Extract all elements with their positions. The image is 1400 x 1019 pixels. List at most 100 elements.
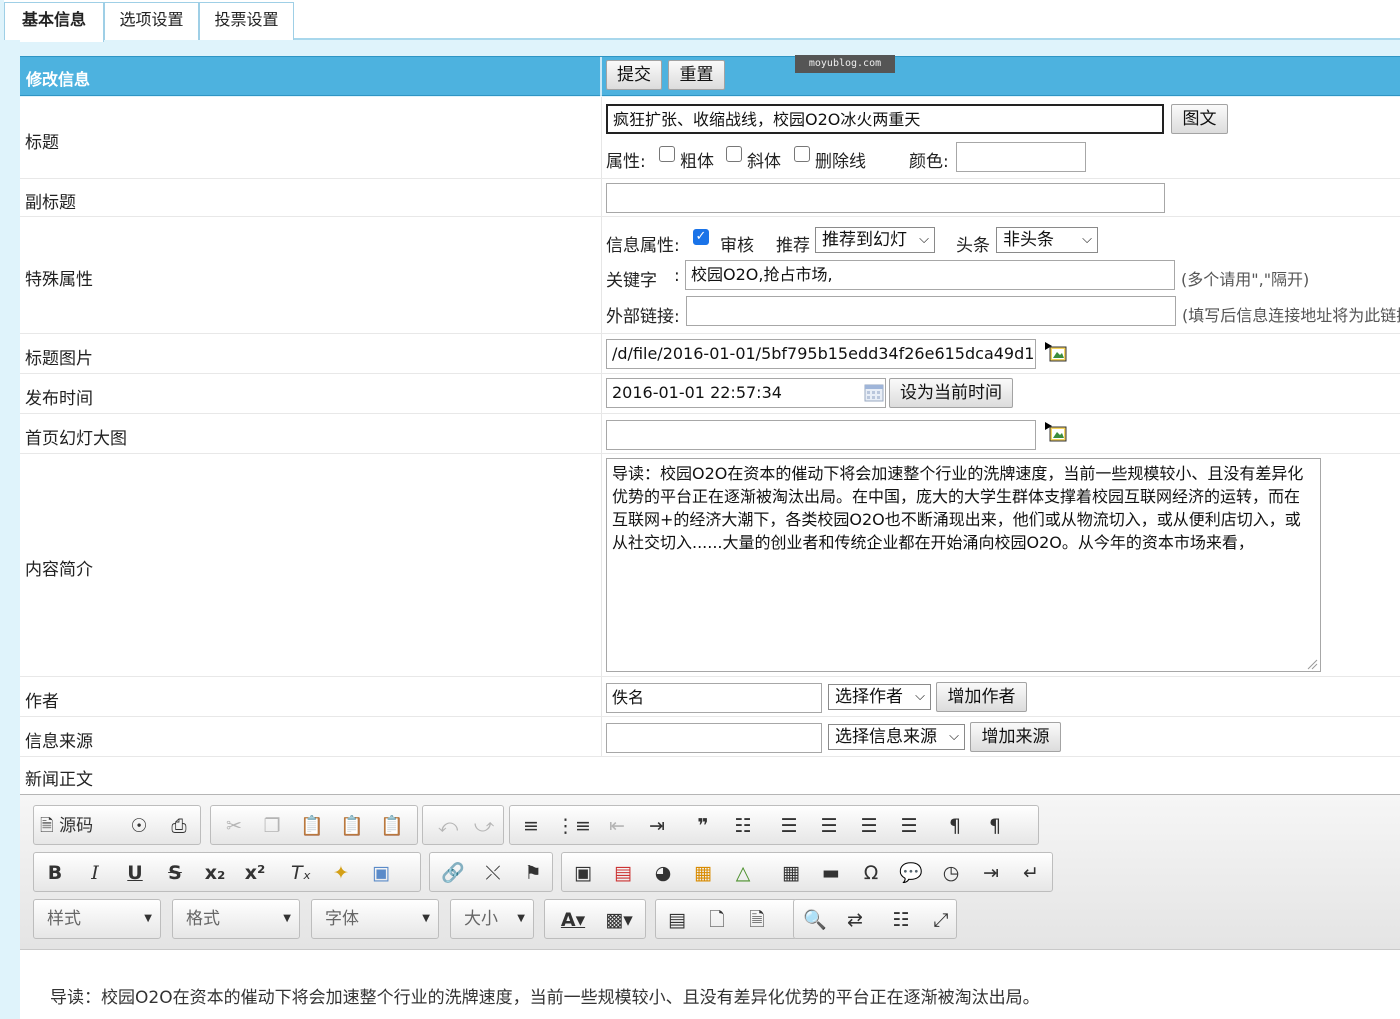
new-page-icon[interactable]: 🗋 <box>704 908 730 932</box>
submit-button[interactable]: 提交 <box>606 60 662 90</box>
link-icon[interactable]: 🔗 <box>440 861 466 885</box>
source-button[interactable]: 🗎 源码 <box>40 814 120 838</box>
external-link-input[interactable] <box>686 296 1176 326</box>
strike-checkbox[interactable] <box>794 146 810 162</box>
publish-time-label: 发布时间 <box>25 389 93 409</box>
replace-icon[interactable]: ⇄ <box>842 908 868 932</box>
flash-icon[interactable]: ▤ <box>610 861 636 885</box>
style-combo[interactable]: 样式 ▼ <box>33 899 161 939</box>
title-image-input[interactable]: /d/file/2016-01-01/5bf795b15edd34f26e615… <box>606 339 1036 369</box>
editor-content[interactable]: 导读：校园O2O在资本的催动下将会加速整个行业的洗牌速度，当前一些规模较小、且没… <box>50 983 1040 1008</box>
remove-format-icon[interactable]: Tₓ <box>288 861 314 885</box>
italic-icon[interactable]: I <box>82 861 108 885</box>
slide-image-input[interactable] <box>606 420 1036 450</box>
table-icon[interactable]: ▦ <box>778 861 804 885</box>
bold-icon[interactable]: B <box>42 861 68 885</box>
find-icon[interactable]: 🔍 <box>802 908 828 932</box>
select-all-icon[interactable]: ▣ <box>368 861 394 885</box>
image-select-icon[interactable] <box>1045 342 1067 362</box>
upload-icon[interactable]: △ <box>730 861 756 885</box>
cut-icon[interactable]: ✂ <box>221 814 247 838</box>
bold-checkbox[interactable] <box>659 146 675 162</box>
italic-checkbox[interactable] <box>726 146 742 162</box>
image-icon[interactable]: ▣ <box>570 861 596 885</box>
chevron-down-icon: ▼ <box>517 913 525 924</box>
page-break-icon[interactable]: ⇥ <box>978 861 1004 885</box>
publish-time-input[interactable]: 2016-01-01 22:57:34 <box>606 378 886 408</box>
preview-icon[interactable]: ☉ <box>126 814 152 838</box>
font-combo[interactable]: 字体 ▼ <box>311 899 439 939</box>
line-break-icon[interactable]: ↵ <box>1018 861 1044 885</box>
underline-icon[interactable]: U <box>122 861 148 885</box>
bullet-list-icon[interactable]: ⋮≡ <box>556 814 591 838</box>
set-now-button[interactable]: 设为当前时间 <box>889 378 1013 408</box>
horizontal-rule-icon[interactable]: ▬ <box>818 861 844 885</box>
label-cell <box>20 179 602 216</box>
align-center-icon[interactable]: ☰ <box>816 814 842 838</box>
superscript-icon[interactable]: x² <box>242 861 268 885</box>
ltr-icon[interactable]: ¶ <box>942 814 968 838</box>
blockquote-icon[interactable]: ❞ <box>690 814 716 838</box>
show-blocks-icon[interactable]: ▤ <box>664 908 690 932</box>
align-justify-icon[interactable]: ☰ <box>896 814 922 838</box>
print-icon[interactable]: ⎙ <box>166 814 192 838</box>
outdent-icon[interactable]: ⇤ <box>604 814 630 838</box>
headline-select[interactable]: 非头条 ⌵ <box>996 227 1098 253</box>
maximize-icon[interactable]: ⤢ <box>928 908 954 932</box>
templates-icon[interactable]: 🗎 <box>744 908 770 932</box>
undo-icon[interactable]: ⤺ <box>435 814 461 838</box>
add-source-button[interactable]: 增加来源 <box>970 722 1061 752</box>
title-input[interactable]: 疯狂扩张、收缩战线，校园O2O冰火两重天 <box>606 104 1164 134</box>
align-right-icon[interactable]: ☰ <box>856 814 882 838</box>
text-color-icon[interactable]: A▾ <box>553 908 593 932</box>
format-combo[interactable]: 格式 ▼ <box>172 899 300 939</box>
reset-button[interactable]: 重置 <box>668 60 725 90</box>
div-container-icon[interactable]: ☷ <box>730 814 756 838</box>
unlink-icon[interactable]: ⤬ <box>480 861 506 885</box>
special-char-icon[interactable]: Ω <box>858 861 884 885</box>
summary-textarea[interactable]: 导读：校园O2O在资本的催动下将会加速整个行业的洗牌速度，当前一些规模较小、且没… <box>606 458 1321 672</box>
media-icon[interactable]: ◕ <box>650 861 676 885</box>
indent-icon[interactable]: ⇥ <box>644 814 670 838</box>
tab-options[interactable]: 选项设置 <box>104 2 199 40</box>
author-select[interactable]: 选择作者 ⌵ <box>828 684 931 710</box>
resize-handle-icon[interactable] <box>1306 658 1318 670</box>
ordered-list-icon[interactable]: ≡ <box>518 814 544 838</box>
audit-checkbox[interactable]: ✓ <box>693 229 709 245</box>
time-icon[interactable]: ◷ <box>938 861 964 885</box>
subscript-icon[interactable]: x₂ <box>202 861 228 885</box>
paging-icon[interactable]: ☷ <box>888 908 914 932</box>
file-icon[interactable]: ▦ <box>690 861 716 885</box>
size-combo[interactable]: 大小 ▼ <box>450 899 534 939</box>
source-input[interactable] <box>606 723 822 753</box>
tab-basic-info[interactable]: 基本信息 <box>4 2 104 42</box>
graphic-button[interactable]: 图文 <box>1171 104 1228 134</box>
calendar-icon[interactable] <box>864 384 884 402</box>
strikethrough-icon[interactable]: S <box>162 861 188 885</box>
rtl-icon[interactable]: ¶ <box>982 814 1008 838</box>
editor-toolbar: 🗎 源码 ☉ ⎙ ✂ ❐ 📋 📋 📋 ⤺ ⤻ ≡ ⋮≡ ⇤ ⇥ ❞ ☷ ☰ ☰ … <box>20 795 1400 950</box>
source-select[interactable]: 选择信息来源 ⌵ <box>828 724 965 750</box>
header-divider <box>600 57 602 97</box>
info-attr-label: 信息属性: <box>606 236 680 256</box>
color-input[interactable] <box>956 142 1086 172</box>
format-painter-icon[interactable]: ✦ <box>328 861 354 885</box>
author-input[interactable]: 佚名 <box>606 683 822 713</box>
bg-color-icon[interactable]: ▩▾ <box>599 908 639 932</box>
subtitle-input[interactable] <box>606 183 1165 213</box>
align-left-icon[interactable]: ☰ <box>776 814 802 838</box>
keyword-input[interactable]: 校园O2O,抢占市场, <box>685 260 1175 290</box>
tab-vote[interactable]: 投票设置 <box>199 2 294 40</box>
paste-word-icon[interactable]: 📋 <box>379 814 405 838</box>
tab-label: 选项设置 <box>119 10 184 29</box>
redo-icon[interactable]: ⤻ <box>471 814 497 838</box>
add-author-button[interactable]: 增加作者 <box>936 682 1027 712</box>
recommend-select[interactable]: 推荐到幻灯 ⌵ <box>815 227 935 253</box>
emoticon-icon[interactable]: 💬 <box>898 861 924 885</box>
rich-text-editor: 🗎 源码 ☉ ⎙ ✂ ❐ 📋 📋 📋 ⤺ ⤻ ≡ ⋮≡ ⇤ ⇥ ❞ ☷ ☰ ☰ … <box>20 794 1400 1019</box>
paste-icon[interactable]: 📋 <box>299 814 325 838</box>
image-select-icon[interactable] <box>1045 422 1067 442</box>
anchor-icon[interactable]: ⚑ <box>520 861 546 885</box>
copy-icon[interactable]: ❐ <box>259 814 285 838</box>
paste-text-icon[interactable]: 📋 <box>339 814 365 838</box>
